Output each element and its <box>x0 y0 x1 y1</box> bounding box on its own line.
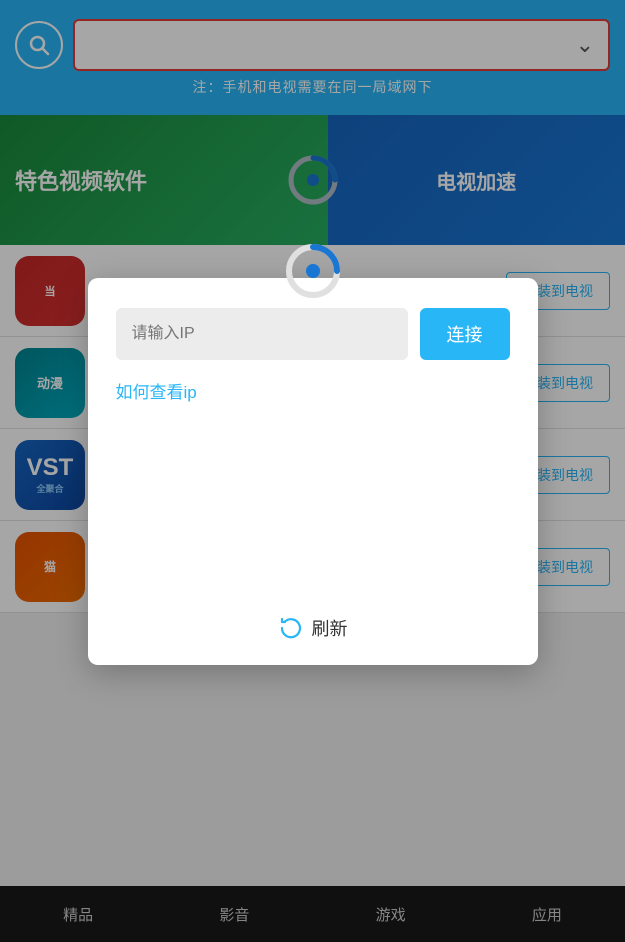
ip-row: 连接 <box>116 308 510 360</box>
how-to-ip-link[interactable]: 如何查看ip <box>116 378 510 403</box>
refresh-row[interactable]: 刷新 <box>116 615 510 641</box>
ip-input[interactable] <box>116 308 408 360</box>
connect-button[interactable]: 连接 <box>420 308 510 360</box>
refresh-label: 刷新 <box>312 615 348 641</box>
dialog-spacer <box>116 415 510 615</box>
dialog-spinner <box>284 242 342 305</box>
dialog-overlay: 连接 如何查看ip 刷新 <box>0 0 625 942</box>
refresh-icon <box>278 615 304 641</box>
connect-dialog: 连接 如何查看ip 刷新 <box>88 278 538 665</box>
